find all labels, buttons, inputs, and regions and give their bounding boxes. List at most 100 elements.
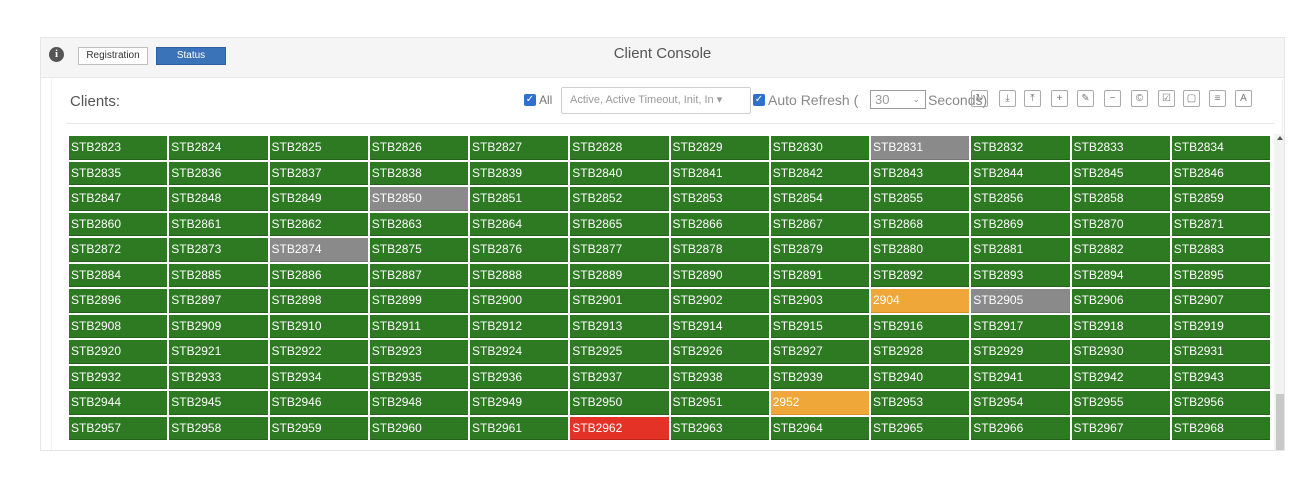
client-cell[interactable]: STB2888	[470, 263, 569, 287]
client-cell[interactable]: STB2876	[470, 238, 569, 262]
client-cell[interactable]: STB2909	[169, 314, 268, 338]
client-cell[interactable]: STB2865	[570, 212, 669, 236]
client-cell[interactable]: STB2905	[971, 289, 1070, 313]
client-cell[interactable]: STB2899	[369, 289, 468, 313]
client-cell[interactable]: STB2906	[1071, 289, 1170, 313]
scroll-thumb[interactable]	[1276, 394, 1284, 450]
client-cell[interactable]: STB2920	[69, 340, 168, 364]
client-cell[interactable]: STB2851	[470, 187, 569, 211]
client-cell[interactable]: STB2925	[570, 340, 669, 364]
client-cell[interactable]: STB2894	[1071, 263, 1170, 287]
client-cell[interactable]: STB2935	[369, 365, 468, 389]
client-cell[interactable]: STB2966	[971, 416, 1070, 440]
client-cell[interactable]: STB2939	[770, 365, 869, 389]
auto-refresh-checkbox[interactable]: ✓	[753, 94, 765, 106]
client-cell[interactable]: STB2929	[971, 340, 1070, 364]
client-cell[interactable]: STB2892	[871, 263, 970, 287]
client-cell[interactable]: STB2960	[369, 416, 468, 440]
client-cell[interactable]: STB2968	[1171, 416, 1270, 440]
client-cell[interactable]: STB2859	[1171, 187, 1270, 211]
upload-icon[interactable]: ⤒	[1024, 90, 1041, 107]
client-cell[interactable]: STB2845	[1071, 161, 1170, 185]
client-cell[interactable]: STB2962	[570, 416, 669, 440]
client-cell[interactable]: STB2959	[269, 416, 368, 440]
client-cell[interactable]: STB2837	[269, 161, 368, 185]
client-cell[interactable]: STB2846	[1171, 161, 1270, 185]
client-cell[interactable]: STB2964	[770, 416, 869, 440]
client-cell[interactable]: STB2860	[69, 212, 168, 236]
add-icon[interactable]: +	[1051, 90, 1068, 107]
client-cell[interactable]: STB2908	[69, 314, 168, 338]
client-cell[interactable]: STB2829	[670, 136, 769, 160]
client-cell[interactable]: STB2955	[1071, 391, 1170, 415]
client-cell[interactable]: STB2915	[770, 314, 869, 338]
client-cell[interactable]: 2952	[770, 391, 869, 415]
client-cell[interactable]: STB2879	[770, 238, 869, 262]
client-cell[interactable]: STB2897	[169, 289, 268, 313]
client-cell[interactable]: STB2841	[670, 161, 769, 185]
client-cell[interactable]: STB2870	[1071, 212, 1170, 236]
client-cell[interactable]: STB2842	[770, 161, 869, 185]
client-cell[interactable]: STB2912	[470, 314, 569, 338]
download-icon[interactable]: ⤓	[999, 90, 1016, 107]
client-cell[interactable]: STB2916	[871, 314, 970, 338]
client-cell[interactable]: STB2887	[369, 263, 468, 287]
client-cell[interactable]: STB2917	[971, 314, 1070, 338]
client-cell[interactable]: STB2861	[169, 212, 268, 236]
client-cell[interactable]: STB2951	[670, 391, 769, 415]
client-cell[interactable]: STB2948	[369, 391, 468, 415]
client-cell[interactable]: STB2830	[770, 136, 869, 160]
client-cell[interactable]: STB2868	[871, 212, 970, 236]
client-cell[interactable]: STB2963	[670, 416, 769, 440]
client-cell[interactable]: STB2965	[871, 416, 970, 440]
client-cell[interactable]: STB2836	[169, 161, 268, 185]
client-cell[interactable]: STB2826	[369, 136, 468, 160]
client-cell[interactable]: STB2847	[69, 187, 168, 211]
client-cell[interactable]: STB2835	[69, 161, 168, 185]
client-cell[interactable]: STB2954	[971, 391, 1070, 415]
text-icon[interactable]: A	[1235, 90, 1252, 107]
client-cell[interactable]: STB2943	[1171, 365, 1270, 389]
client-cell[interactable]: STB2825	[269, 136, 368, 160]
client-cell[interactable]: STB2827	[470, 136, 569, 160]
client-cell[interactable]: STB2833	[1071, 136, 1170, 160]
client-cell[interactable]: STB2856	[971, 187, 1070, 211]
all-checkbox[interactable]: ✓	[524, 94, 536, 106]
client-cell[interactable]: 2904	[871, 289, 970, 313]
client-cell[interactable]: STB2855	[871, 187, 970, 211]
client-cell[interactable]: STB2874	[269, 238, 368, 262]
client-cell[interactable]: STB2869	[971, 212, 1070, 236]
client-cell[interactable]: STB2945	[169, 391, 268, 415]
client-cell[interactable]: STB2863	[369, 212, 468, 236]
client-cell[interactable]: STB2958	[169, 416, 268, 440]
client-cell[interactable]: STB2923	[369, 340, 468, 364]
client-cell[interactable]: STB2893	[971, 263, 1070, 287]
client-cell[interactable]: STB2936	[470, 365, 569, 389]
client-cell[interactable]: STB2880	[871, 238, 970, 262]
client-cell[interactable]: STB2850	[369, 187, 468, 211]
client-cell[interactable]: STB2933	[169, 365, 268, 389]
client-cell[interactable]: STB2839	[470, 161, 569, 185]
client-cell[interactable]: STB2902	[670, 289, 769, 313]
client-cell[interactable]: STB2944	[69, 391, 168, 415]
copyright-icon[interactable]: ©	[1131, 90, 1148, 107]
client-cell[interactable]: STB2843	[871, 161, 970, 185]
client-cell[interactable]: STB2932	[69, 365, 168, 389]
client-cell[interactable]: STB2849	[269, 187, 368, 211]
scroll-up-arrow-icon[interactable]	[1277, 136, 1283, 140]
client-cell[interactable]: STB2907	[1171, 289, 1270, 313]
client-cell[interactable]: STB2878	[670, 238, 769, 262]
client-cell[interactable]: STB2884	[69, 263, 168, 287]
client-cell[interactable]: STB2862	[269, 212, 368, 236]
client-cell[interactable]: STB2910	[269, 314, 368, 338]
client-cell[interactable]: STB2922	[269, 340, 368, 364]
client-cell[interactable]: STB2877	[570, 238, 669, 262]
client-cell[interactable]: STB2886	[269, 263, 368, 287]
client-cell[interactable]: STB2953	[871, 391, 970, 415]
client-cell[interactable]: STB2885	[169, 263, 268, 287]
client-cell[interactable]: STB2919	[1171, 314, 1270, 338]
client-cell[interactable]: STB2918	[1071, 314, 1170, 338]
client-cell[interactable]: STB2914	[670, 314, 769, 338]
client-cell[interactable]: STB2867	[770, 212, 869, 236]
client-cell[interactable]: STB2930	[1071, 340, 1170, 364]
